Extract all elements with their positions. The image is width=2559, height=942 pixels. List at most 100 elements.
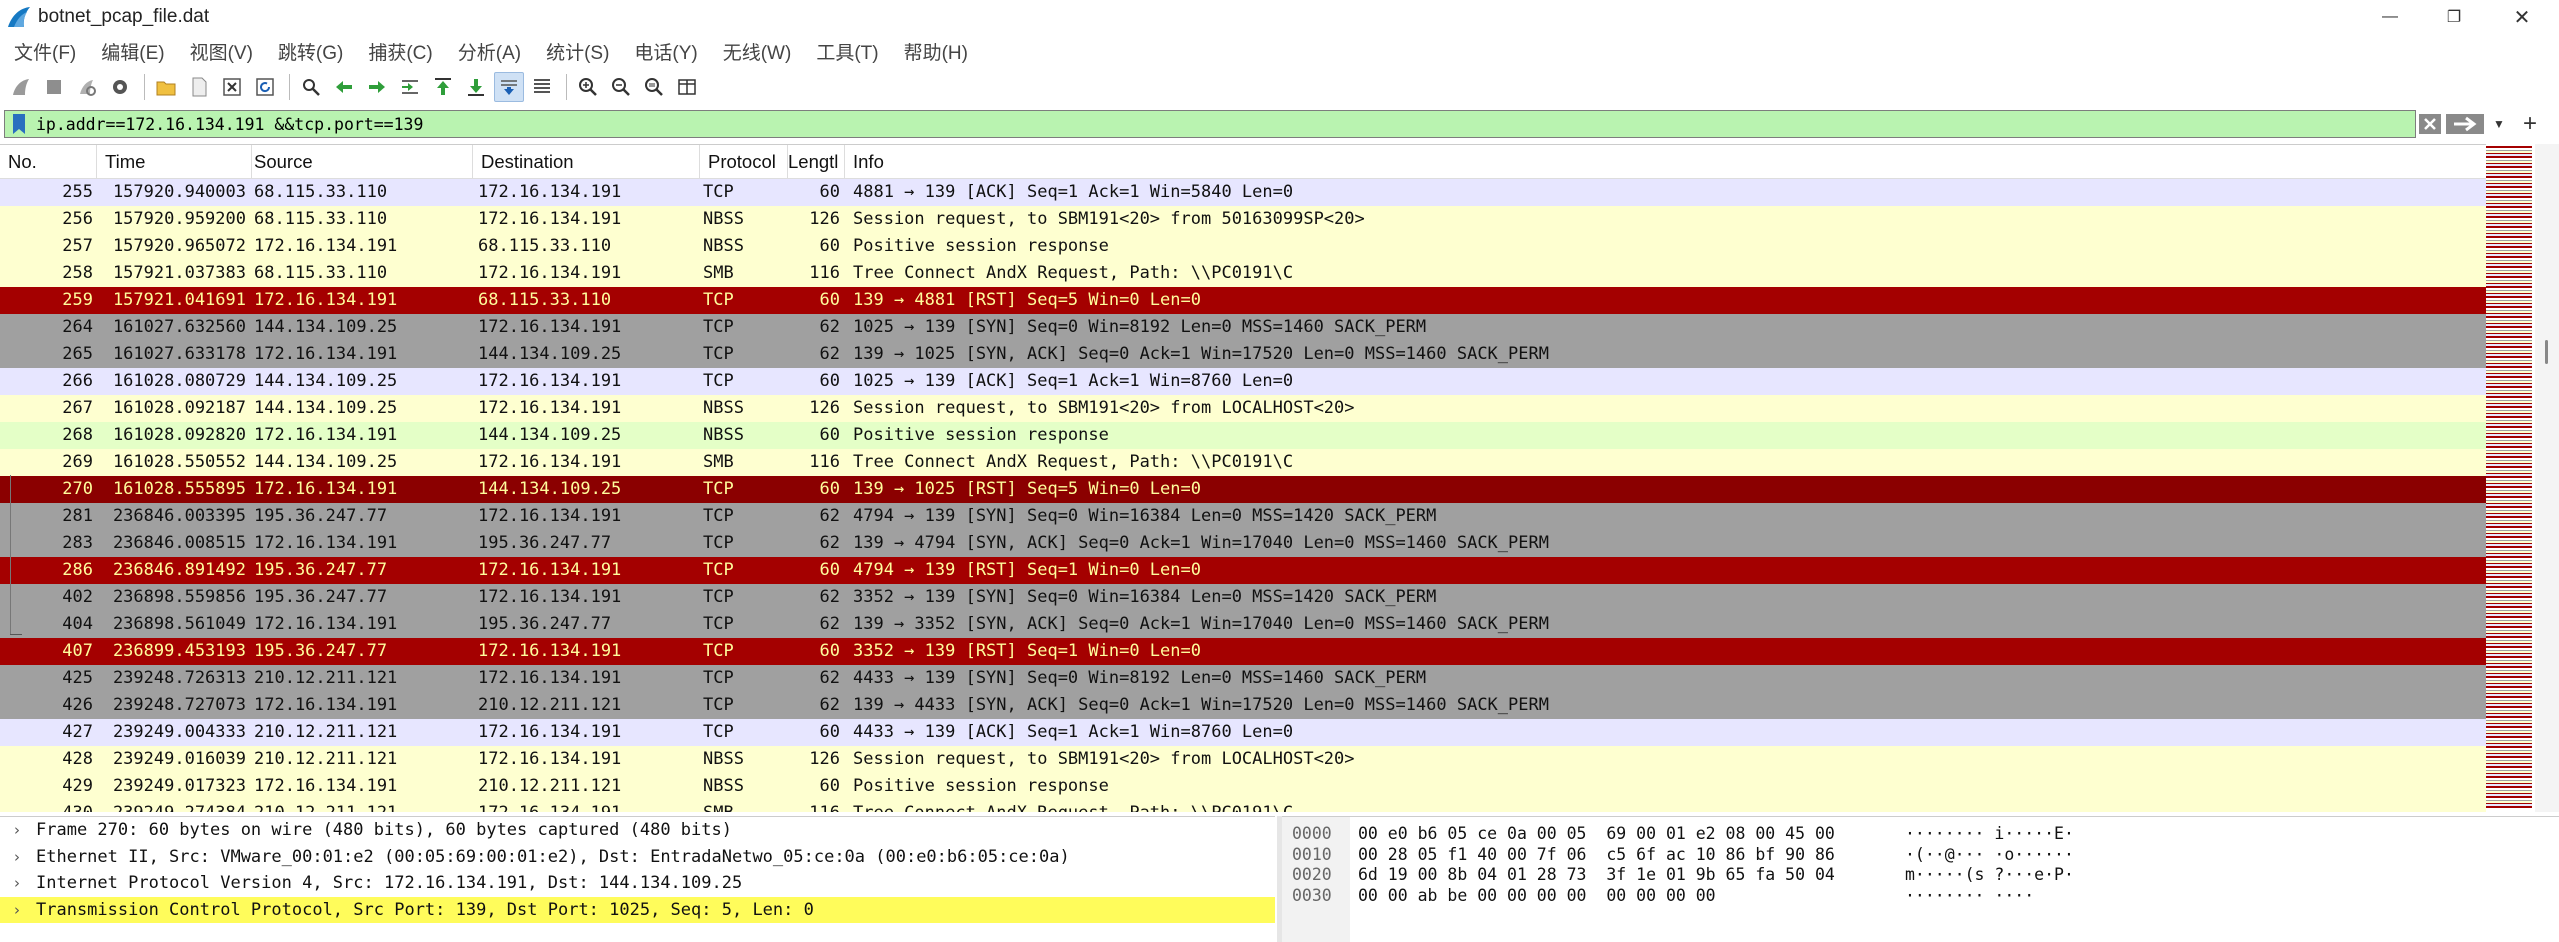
- bookmark-icon[interactable]: [8, 112, 30, 136]
- packet-row[interactable]: 429 239249.017323 172.16.134.191 210.12.211…: [0, 773, 2486, 800]
- column-header-source[interactable]: Source: [246, 145, 473, 179]
- apply-filter-icon[interactable]: [2446, 112, 2486, 136]
- maximize-button[interactable]: ❐: [2422, 0, 2486, 34]
- go-to-packet-button[interactable]: [395, 72, 425, 102]
- add-filter-button-icon[interactable]: +: [2516, 110, 2544, 138]
- scrollbar-thumb[interactable]: [2545, 340, 2548, 364]
- menu-go[interactable]: 跳转(G): [278, 38, 343, 65]
- expand-chevron-icon[interactable]: ›: [14, 870, 36, 897]
- packet-no: 266: [62, 371, 93, 391]
- go-forward-button[interactable]: [362, 72, 392, 102]
- packet-row[interactable]: 270 161028.555895 172.16.134.191 144.134.10…: [0, 476, 2486, 503]
- display-filter-text[interactable]: ip.addr==172.16.134.191 &&tcp.port==139: [36, 115, 423, 134]
- menu-wireless[interactable]: 无线(W): [723, 38, 792, 65]
- packet-row[interactable]: 258 157921.037383 68.115.33.110 172.16.134.…: [0, 260, 2486, 287]
- detail-tree-item[interactable]: › Ethernet II, Src: VMware_00:01:e2 (00:0…: [0, 844, 1275, 871]
- packet-row[interactable]: 266 161028.080729 144.134.109.25 172.16.134…: [0, 368, 2486, 395]
- packet-time: 157921.041691: [112, 290, 246, 310]
- packet-row[interactable]: 255 157920.940003 68.115.33.110 172.16.134.…: [0, 179, 2486, 206]
- packet-row[interactable]: 269 161028.550552 144.134.109.25 172.16.134…: [0, 449, 2486, 476]
- auto-scroll-button[interactable]: [494, 72, 524, 102]
- last-packet-button[interactable]: [461, 72, 491, 102]
- go-back-button[interactable]: [329, 72, 359, 102]
- packet-row[interactable]: 407 236899.453193 195.36.247.77 172.16.134.…: [0, 638, 2486, 665]
- packet-info: 3352 → 139 [SYN] Seq=0 Win=16384 Len=0 M…: [853, 587, 1437, 607]
- zoom-out-button[interactable]: [606, 72, 636, 102]
- filter-dropdown-icon[interactable]: ▼: [2490, 112, 2508, 136]
- clear-filter-icon[interactable]: [2418, 112, 2442, 136]
- expand-chevron-icon[interactable]: ›: [14, 817, 36, 844]
- zoom-in-button[interactable]: [573, 72, 603, 102]
- open-file-button[interactable]: [151, 72, 181, 102]
- packet-minimap[interactable]: [2486, 146, 2532, 810]
- packet-row[interactable]: 428 239249.016039 210.12.211.121 172.16.134…: [0, 746, 2486, 773]
- packet-row[interactable]: 427 239249.004333 210.12.211.121 172.16.134…: [0, 719, 2486, 746]
- menu-edit[interactable]: 编辑(E): [101, 38, 164, 65]
- packet-list-scrollbar[interactable]: [2535, 144, 2559, 812]
- packet-row[interactable]: 402 236898.559856 195.36.247.77 172.16.134.…: [0, 584, 2486, 611]
- capture-options-button[interactable]: [105, 72, 135, 102]
- menu-file[interactable]: 文件(F): [14, 38, 76, 65]
- packet-row[interactable]: 256 157920.959200 68.115.33.110 172.16.134.…: [0, 206, 2486, 233]
- column-header-length[interactable]: Lengtl: [780, 145, 845, 179]
- normal-size-button[interactable]: [639, 72, 669, 102]
- packet-row[interactable]: 268 161028.092820 172.16.134.191 144.134.10…: [0, 422, 2486, 449]
- expand-chevron-icon[interactable]: ›: [14, 897, 36, 924]
- column-header-info[interactable]: Info: [845, 145, 2486, 179]
- column-header-protocol[interactable]: Protocol: [700, 145, 788, 179]
- packet-time: 236898.561049: [112, 614, 246, 634]
- stop-capture-button[interactable]: [39, 72, 69, 102]
- menu-help[interactable]: 帮助(H): [904, 38, 968, 65]
- detail-tree-item[interactable]: › Internet Protocol Version 4, Src: 172.1…: [0, 870, 1275, 897]
- packet-row[interactable]: 425 239248.726313 210.12.211.121 172.16.134…: [0, 665, 2486, 692]
- start-capture-button[interactable]: [6, 72, 36, 102]
- packet-row[interactable]: 264 161027.632560 144.134.109.25 172.16.134…: [0, 314, 2486, 341]
- close-button[interactable]: ✕: [2490, 0, 2554, 34]
- packet-row[interactable]: 265 161027.633178 172.16.134.191 144.134.10…: [0, 341, 2486, 368]
- save-file-button[interactable]: [184, 72, 214, 102]
- menu-tools[interactable]: 工具(T): [816, 38, 878, 65]
- colorize-button[interactable]: [527, 72, 557, 102]
- save-file-icon: [192, 77, 207, 97]
- column-header-time[interactable]: Time: [97, 145, 252, 179]
- packet-row[interactable]: 426 239248.727073 172.16.134.191 210.12.211…: [0, 692, 2486, 719]
- packet-time: 239249.274384: [97, 800, 250, 812]
- packet-row[interactable]: 430239249.274384210.12.211.121 172.16.134…: [0, 800, 2486, 812]
- expand-chevron-icon[interactable]: ›: [14, 844, 36, 871]
- packet-row[interactable]: 404 236898.561049 172.16.134.191 195.36.247…: [0, 611, 2486, 638]
- detail-tree-item[interactable]: › Frame 270: 60 bytes on wire (480 bits),…: [0, 817, 1275, 844]
- display-filter-input[interactable]: ip.addr==172.16.134.191 &&tcp.port==139: [4, 110, 2416, 138]
- packet-row[interactable]: 283 236846.008515 172.16.134.191 195.36.247…: [0, 530, 2486, 557]
- hex-dump-row[interactable]: 0000 00 e0 b6 05 ce 0a 00 05 69 00 01 e2 …: [1282, 823, 2552, 845]
- packet-destination: 172.16.134.191: [478, 668, 622, 688]
- packet-source: 144.134.109.25: [254, 398, 398, 418]
- packet-row[interactable]: 257 157920.965072 172.16.134.191 68.115.33.…: [0, 233, 2486, 260]
- packet-info: 4794 → 139 [SYN] Seq=0 Win=16384 Len=0 M…: [853, 506, 1437, 526]
- column-header-destination[interactable]: Destination: [473, 145, 700, 179]
- hex-dump-row[interactable]: 0020 6d 19 00 8b 04 01 28 73 3f 1e 01 9b …: [1282, 864, 2552, 886]
- hex-dump-row[interactable]: 0010 00 28 05 f1 40 00 7f 06 c5 6f ac 10 …: [1282, 844, 2552, 866]
- column-header-no[interactable]: No.: [0, 145, 97, 179]
- restart-capture-button[interactable]: [72, 72, 102, 102]
- packet-row[interactable]: 286 236846.891492 195.36.247.77 172.16.134.…: [0, 557, 2486, 584]
- close-file-button[interactable]: [217, 72, 247, 102]
- hex-dump-row[interactable]: 0030 00 00 ab be 00 00 00 00 00 00 00 00 ·…: [1282, 885, 2552, 907]
- menu-capture[interactable]: 捕获(C): [368, 38, 432, 65]
- packet-time: 161027.633178: [112, 344, 246, 364]
- detail-tree-item[interactable]: › Transmission Control Protocol, Src Port…: [0, 896, 1275, 924]
- packet-row[interactable]: 281 236846.003395 195.36.247.77 172.16.134.…: [0, 503, 2486, 530]
- packet-row[interactable]: 267 161028.092187 144.134.109.25 172.16.134…: [0, 395, 2486, 422]
- menu-analyze[interactable]: 分析(A): [458, 38, 521, 65]
- packet-row[interactable]: 259 157921.041691 172.16.134.191 68.115.33.…: [0, 287, 2486, 314]
- menu-view[interactable]: 视图(V): [190, 38, 253, 65]
- minimize-button[interactable]: —: [2358, 0, 2422, 34]
- packet-destination: 172.16.134.191: [478, 317, 622, 337]
- packet-list: No. Time Source Destination Protocol Len…: [0, 144, 2486, 812]
- reload-file-button[interactable]: [250, 72, 280, 102]
- first-packet-button[interactable]: [428, 72, 458, 102]
- menu-telephony[interactable]: 电话(Y): [634, 38, 697, 65]
- menu-statistics[interactable]: 统计(S): [546, 38, 609, 65]
- find-packet-button[interactable]: [296, 72, 326, 102]
- resize-columns-button[interactable]: [672, 72, 702, 102]
- packet-info: Tree Connect AndX Request, Path: \\PC019…: [853, 800, 2483, 812]
